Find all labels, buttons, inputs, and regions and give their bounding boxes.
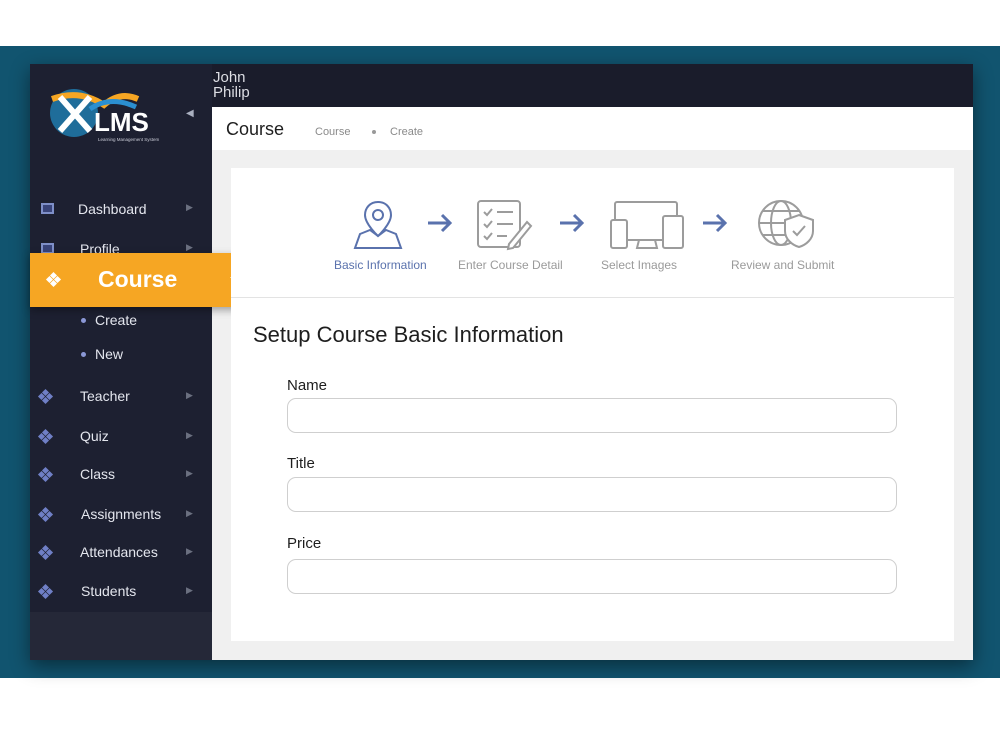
lms-logo: LMS Learning Management System [50, 89, 160, 142]
arrow-right-icon [560, 213, 585, 233]
class-icon [37, 466, 54, 483]
step-label-select-images[interactable]: Select Images [601, 258, 677, 272]
chevron-right-icon: ▶ [186, 430, 193, 440]
checklist-icon[interactable] [475, 198, 533, 252]
step-label-review-and-submit[interactable]: Review and Submit [731, 258, 834, 272]
breadcrumb-course[interactable]: Course [315, 126, 350, 138]
chevron-right-icon: ▶ [186, 468, 193, 478]
title-input[interactable] [287, 477, 897, 512]
bullet-icon [81, 352, 86, 357]
course-icon [45, 271, 62, 288]
sidebar-item-class[interactable]: Class ▶ [30, 456, 212, 494]
name-label: Name [287, 377, 328, 394]
chevron-right-icon: ▶ [186, 546, 193, 556]
map-pin-icon[interactable] [352, 198, 404, 250]
sidebar-item-label: Class [80, 466, 116, 482]
chevron-right-icon: ▶ [186, 585, 193, 595]
form-title: Setup Course Basic Information [253, 322, 564, 347]
sidebar-subitem-create[interactable]: Create [95, 312, 137, 328]
sidebar-item-label: Attendances [80, 544, 158, 560]
chevron-right-icon: ▶ [186, 242, 193, 252]
user-name[interactable]: John Philip [213, 70, 273, 100]
price-label: Price [287, 535, 322, 552]
teacher-icon [37, 388, 54, 405]
sidebar-item-dashboard[interactable]: Dashboard ▶ [30, 190, 212, 228]
sidebar-item-students[interactable]: Students ▶ [30, 573, 212, 611]
collapse-sidebar-icon[interactable]: ◀ [186, 108, 194, 119]
attendances-icon [37, 544, 54, 561]
quiz-icon [37, 428, 54, 445]
sidebar-item-label: Teacher [80, 388, 130, 404]
sidebar-item-label: Students [81, 583, 137, 599]
chevron-right-icon: ▶ [186, 390, 193, 400]
sidebar-subitem-new[interactable]: New [95, 346, 123, 362]
title-label: Title [287, 455, 315, 472]
dashboard-icon [41, 203, 54, 214]
assignments-icon [37, 506, 54, 523]
sidebar-item-attendances[interactable]: Attendances ▶ [30, 534, 212, 572]
logo-text: LMS [94, 107, 149, 137]
sidebar-item-label: Dashboard [78, 201, 147, 217]
step-label-enter-course-detail[interactable]: Enter Course Detail [458, 258, 563, 272]
arrow-right-icon [428, 213, 453, 233]
arrow-right-icon [703, 213, 728, 233]
chevron-right-icon: ▶ [186, 508, 193, 518]
step-label-basic-information[interactable]: Basic Information [334, 258, 427, 272]
sidebar-footer [30, 612, 212, 660]
sidebar-item-label: Course [98, 266, 178, 292]
page-title: Course [226, 119, 285, 139]
sidebar-item-teacher[interactable]: Teacher ▶ [30, 378, 212, 416]
students-icon [37, 583, 54, 600]
sidebar-item-assignments[interactable]: Assignments ▶ [30, 496, 212, 534]
sidebar-item-label: Assignments [81, 506, 162, 522]
topbar [212, 64, 973, 107]
chevron-right-icon: ▶ [186, 202, 193, 212]
logo-tagline: Learning Management System [98, 137, 160, 142]
globe-shield-icon[interactable] [757, 197, 817, 251]
name-input[interactable] [287, 398, 897, 433]
devices-icon[interactable] [609, 198, 685, 252]
price-input[interactable] [287, 559, 897, 594]
bullet-icon [81, 318, 86, 323]
sidebar-item-quiz[interactable]: Quiz ▶ [30, 418, 212, 456]
divider [231, 297, 954, 298]
sidebar-item-label: Quiz [80, 428, 109, 444]
breadcrumb-create: Create [390, 126, 424, 138]
breadcrumb-separator [372, 130, 376, 134]
